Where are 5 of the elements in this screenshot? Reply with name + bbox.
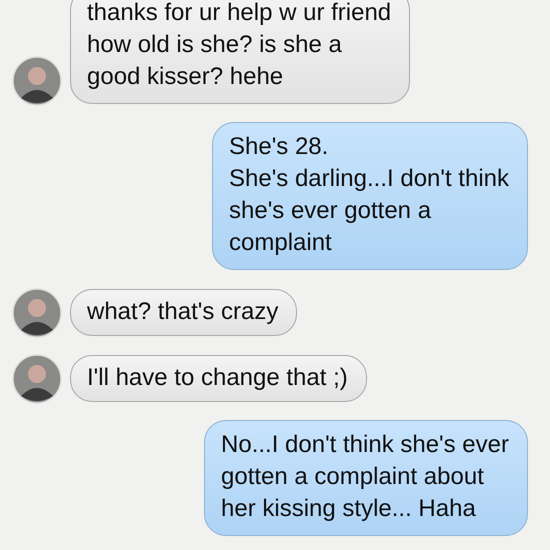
sent-message: No...I don't think she's ever gotten a complaint about her kissing style... Haha <box>204 420 528 536</box>
received-message: I'll have to change that ;) <box>70 355 367 402</box>
sent-message: She's 28. She's darling...I don't think she's ever gotten a complaint <box>212 122 528 270</box>
received-message: what? that's crazy <box>70 289 298 336</box>
received-message: thanks for ur help w ur friend how old is she? is she a good kisser? hehe <box>70 0 410 104</box>
